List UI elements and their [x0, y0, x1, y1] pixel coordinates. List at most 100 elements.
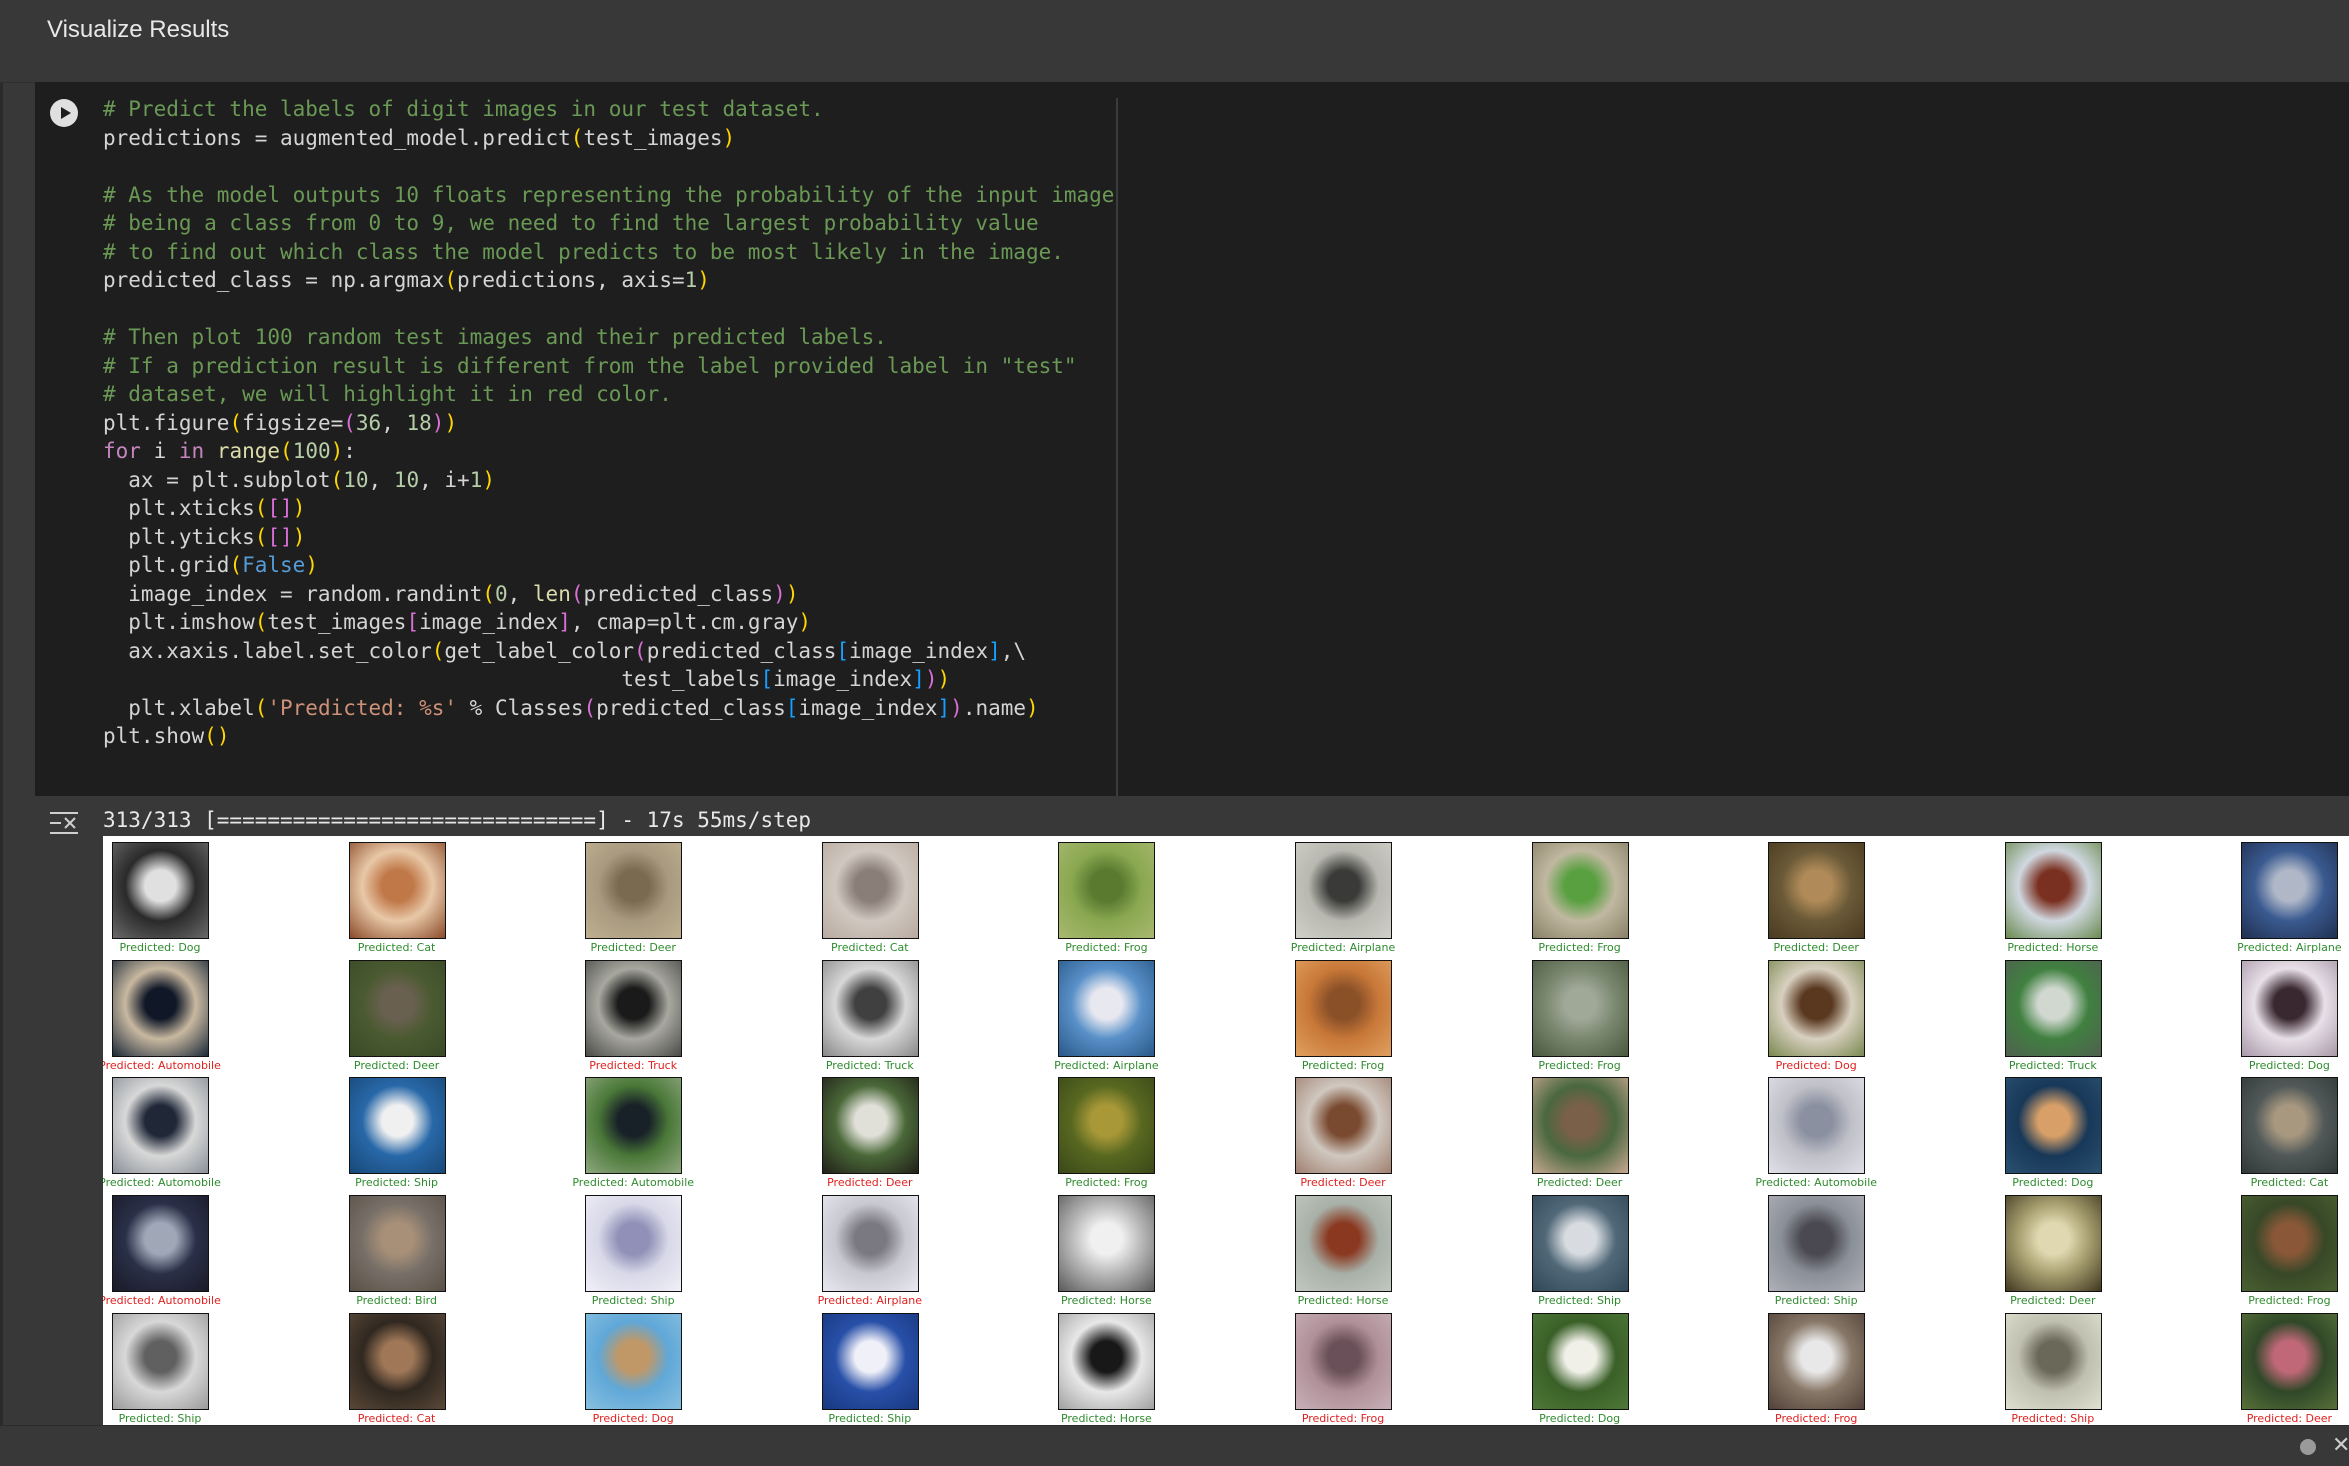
prediction-image [112, 842, 209, 939]
prediction-label: Predicted: Deer [1536, 1176, 1623, 1190]
prediction-label: Predicted: Ship [1774, 1294, 1858, 1308]
prediction-image [1531, 1312, 1629, 1410]
prediction-label: Predicted: Deer [590, 941, 676, 954]
code-line: plt.xlabel('Predicted: %s' % Classes(pre… [103, 695, 1039, 720]
prediction-image [112, 1077, 209, 1175]
prediction-label: Predicted: Frog [1538, 1058, 1621, 1072]
cell-output: 313/313 [==============================]… [35, 796, 2349, 1425]
prediction-image [1058, 1312, 1156, 1410]
close-icon[interactable]: ✕ [2332, 1432, 2349, 1458]
prediction-label: Predicted: Ship [355, 1176, 439, 1190]
code-line: image_index = random.randint(0, len(pred… [103, 581, 799, 606]
prediction-image [1768, 1195, 1866, 1293]
left-edge [0, 0, 3, 1425]
prediction-image [348, 1077, 446, 1175]
prediction-image [1058, 1077, 1156, 1175]
prediction-label: Predicted: Bird [356, 1294, 437, 1308]
code-line: ax.xaxis.label.set_color(get_label_color… [103, 638, 1027, 663]
prediction-image [585, 1312, 683, 1410]
prediction-image [348, 1312, 446, 1410]
prediction-label: Predicted: Cat [357, 1411, 436, 1425]
code-editor[interactable]: # Predict the labels of digit images in … [103, 95, 1148, 751]
prediction-label: Predicted: Dog [1539, 1411, 1621, 1425]
prediction-image [2241, 959, 2339, 1057]
code-line: plt.figure(figsize=(36, 18)) [103, 410, 458, 435]
prediction-image [2004, 1312, 2102, 1410]
prediction-label: Predicted: Truck [589, 1058, 678, 1072]
prediction-image [2004, 1195, 2102, 1293]
prediction-label: Predicted: Cat [831, 941, 909, 954]
prediction-label: Predicted: Truck [825, 1058, 914, 1072]
prediction-image [112, 959, 209, 1057]
prediction-label: Predicted: Cat [2250, 1176, 2329, 1190]
prediction-image [585, 842, 683, 939]
prediction-label: Predicted: Deer [353, 1058, 440, 1072]
prediction-label: Predicted: Frog [1301, 1058, 1385, 1072]
prediction-label: Predicted: Deer [2246, 1411, 2333, 1425]
prediction-label: Predicted: Automobile [103, 1058, 221, 1072]
prediction-label: Predicted: Horse [1297, 1294, 1389, 1308]
prediction-image [1531, 1077, 1629, 1175]
prediction-image [585, 1077, 683, 1175]
prediction-image [1531, 959, 1629, 1057]
prediction-label: Predicted: Frog [2248, 1294, 2331, 1308]
prediction-image [2004, 1077, 2102, 1175]
prediction-image [1058, 959, 1156, 1057]
prediction-image [1058, 1195, 1156, 1293]
prediction-image [1058, 842, 1156, 939]
prediction-label: Predicted: Dog [2012, 1176, 2094, 1190]
code-line: plt.show() [103, 724, 230, 748]
prediction-image [2241, 1312, 2339, 1410]
prediction-image [1295, 1312, 1392, 1410]
code-line: ax = plt.subplot(10, 10, i+1) [103, 467, 496, 492]
prediction-label: Predicted: Automobile [103, 1176, 221, 1190]
prediction-label: Predicted: Ship [1538, 1294, 1622, 1308]
prediction-image [821, 1077, 919, 1175]
prediction-label: Predicted: Deer [1300, 1176, 1386, 1190]
run-cell-button[interactable] [50, 99, 78, 127]
prediction-label: Predicted: Airplane [1290, 941, 1396, 954]
prediction-image [585, 1195, 683, 1293]
code-cell[interactable]: # Predict the labels of digit images in … [35, 82, 2349, 796]
prediction-label: Predicted: Deer [827, 1176, 913, 1190]
prediction-label: Predicted: Dog [1775, 1058, 1857, 1072]
prediction-image [2241, 842, 2339, 939]
prediction-label: Predicted: Ship [118, 1411, 202, 1425]
code-line: test_labels[image_index])) [103, 667, 951, 691]
editor-ruler [1116, 98, 1118, 796]
prediction-image [1295, 1195, 1392, 1293]
prediction-image [1295, 959, 1392, 1057]
prediction-image [1531, 1195, 1629, 1293]
progress-log: 313/313 [==============================]… [103, 808, 812, 832]
prediction-image [821, 959, 919, 1057]
prediction-image [2241, 1195, 2339, 1293]
code-line: # Then plot 100 random test images and t… [103, 325, 887, 349]
prediction-image [2004, 959, 2102, 1057]
code-line: # If a prediction result is different fr… [103, 353, 1077, 378]
prediction-image [1531, 842, 1629, 939]
prediction-image [112, 1195, 209, 1293]
prediction-image [821, 842, 919, 939]
code-line: # being a class from 0 to 9, we need to … [103, 211, 1039, 235]
prediction-label: Predicted: Airplane [2237, 941, 2342, 954]
prediction-label: Predicted: Dog [2248, 1058, 2330, 1072]
prediction-image [348, 1195, 446, 1293]
prediction-image [1768, 959, 1866, 1057]
prediction-image [2241, 1077, 2339, 1175]
section-header[interactable]: Visualize Results [0, 0, 2349, 83]
output-toggle-icon[interactable] [49, 810, 79, 836]
status-bar: ✕ [0, 1425, 2349, 1466]
prediction-label: Predicted: Cat [357, 941, 436, 954]
prediction-label: Predicted: Frog [1065, 941, 1148, 954]
prediction-label: Predicted: Automobile [1755, 1176, 1878, 1190]
code-line: predicted_class = np.argmax(predictions,… [103, 268, 710, 292]
prediction-label: Predicted: Ship [828, 1411, 912, 1425]
prediction-label: Predicted: Ship [591, 1294, 675, 1308]
prediction-figure: Predicted: Dog Predicted: Cat Predicted: D… [103, 836, 2349, 1425]
section-title: Visualize Results [47, 16, 230, 43]
prediction-image [821, 1195, 919, 1293]
prediction-label: Predicted: Frog [1301, 1411, 1385, 1425]
prediction-label: Predicted: Frog [1065, 1176, 1148, 1190]
code-line: plt.imshow(test_images[image_index], cma… [103, 610, 812, 634]
